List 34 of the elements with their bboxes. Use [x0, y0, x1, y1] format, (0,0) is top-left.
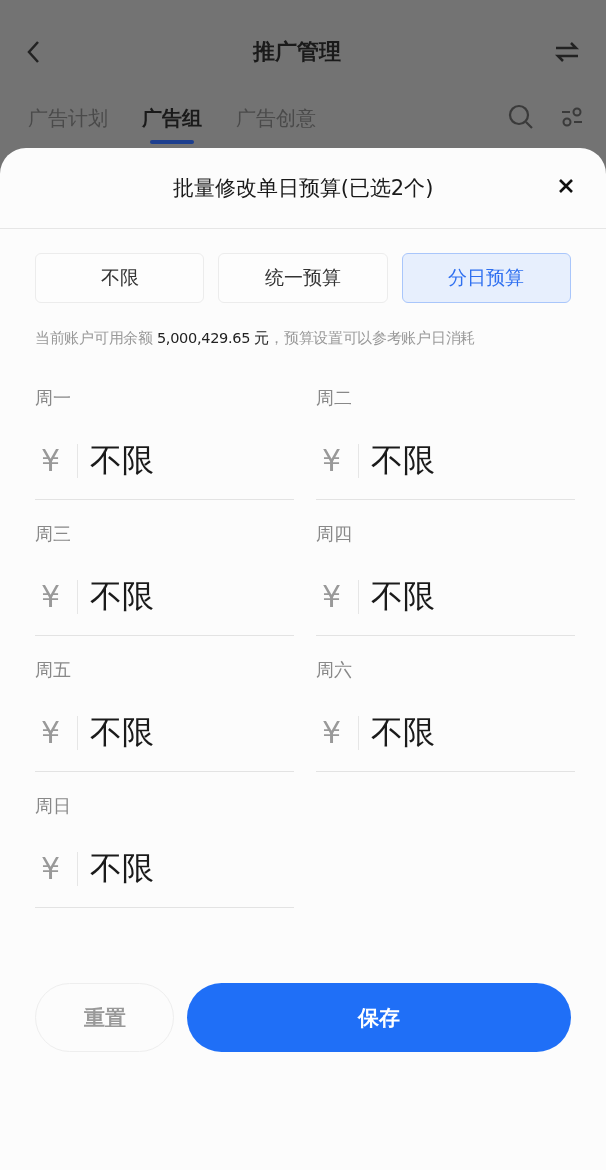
budget-mode-option[interactable]: 统一预算 — [218, 253, 388, 303]
budget-input[interactable]: 不限 — [90, 713, 270, 752]
filter-icon[interactable] — [560, 105, 584, 129]
currency-symbol: ¥ — [321, 443, 343, 478]
currency-symbol: ¥ — [40, 851, 62, 886]
budget-input[interactable]: 不限 — [371, 713, 551, 752]
budget-input[interactable]: 不限 — [90, 441, 270, 480]
budget-input[interactable]: 不限 — [371, 577, 551, 616]
budget-input[interactable]: 不限 — [90, 849, 270, 888]
sheet-title: 批量修改单日预算(已选2个) — [172, 175, 434, 202]
day-label: 周六 — [316, 658, 353, 682]
save-button[interactable]: 保存 — [187, 983, 571, 1052]
currency-symbol: ¥ — [321, 715, 343, 750]
page-title: 推广管理 — [253, 38, 341, 66]
day-label: 周二 — [316, 386, 353, 410]
currency-symbol: ¥ — [321, 579, 343, 614]
budget-mode-option[interactable]: 分日预算 — [401, 253, 571, 303]
balance-note: 当前账户可用余额 5,000,429.65 元，预算设置可以参考账户日消耗 — [35, 329, 476, 348]
budget-mode-option[interactable]: 不限 — [35, 253, 205, 303]
back-icon[interactable] — [26, 40, 40, 64]
currency-symbol: ¥ — [40, 579, 62, 614]
day-label: 周三 — [35, 522, 72, 546]
tab[interactable]: 广告组 — [142, 90, 202, 144]
budget-input[interactable]: 不限 — [371, 441, 551, 480]
search-icon[interactable] — [508, 104, 534, 130]
close-icon[interactable] — [558, 178, 574, 194]
budget-input[interactable]: 不限 — [90, 577, 270, 616]
currency-symbol: ¥ — [40, 443, 62, 478]
currency-symbol: ¥ — [40, 715, 62, 750]
day-label: 周一 — [35, 386, 72, 410]
day-label: 周五 — [35, 658, 72, 682]
day-label: 周四 — [316, 522, 353, 546]
day-label: 周日 — [35, 794, 72, 818]
switch-icon[interactable] — [554, 41, 580, 63]
